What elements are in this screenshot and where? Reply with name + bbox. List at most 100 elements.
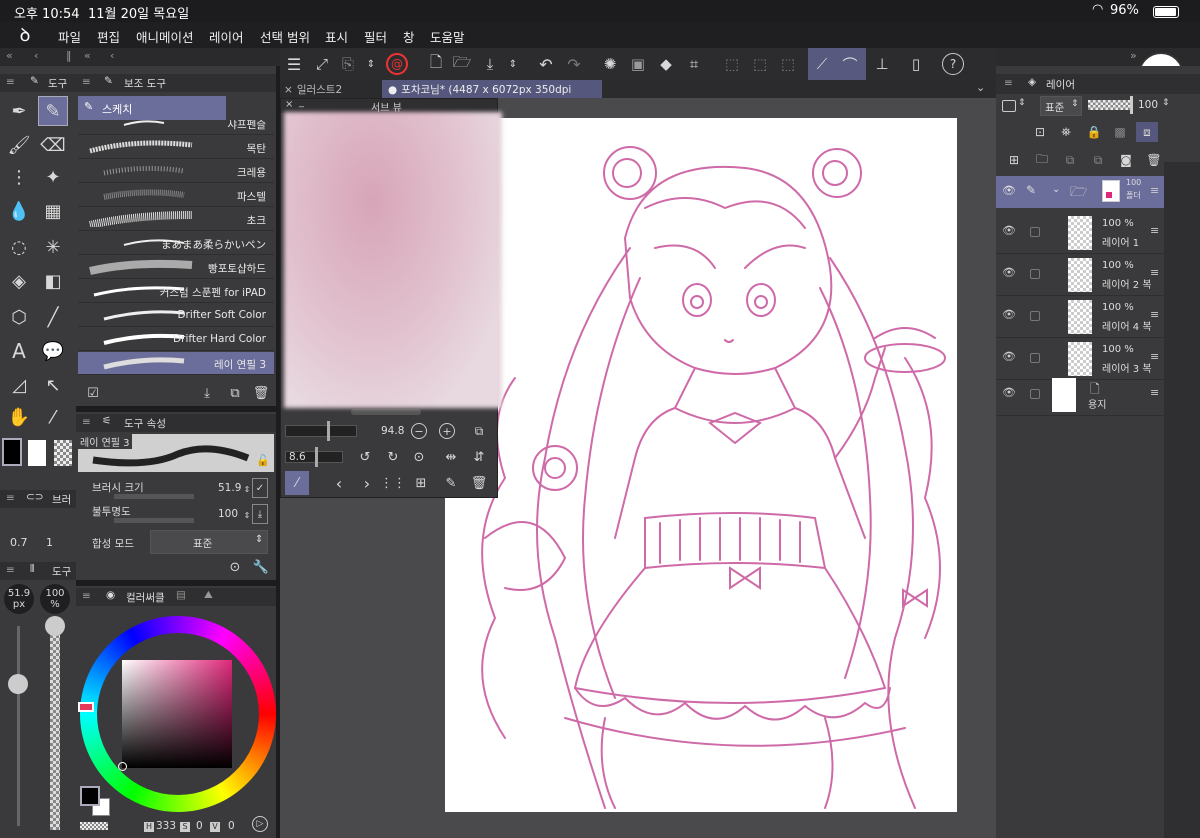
subtool-settings-icon[interactable]: ☑	[84, 384, 102, 402]
smartphone-icon[interactable]: ▯	[906, 54, 926, 74]
stepper-icon[interactable]: ⇕	[364, 52, 378, 76]
zoom-out-icon[interactable]: −	[411, 423, 427, 439]
color-slider-tab-icon[interactable]: ▤	[176, 589, 186, 601]
menu-layer[interactable]: 레이어	[209, 27, 244, 46]
brush-item[interactable]: 샤프펜슬	[78, 120, 274, 135]
text-tool-icon[interactable]: A	[6, 338, 32, 364]
deselect-icon[interactable]: ⬚	[722, 54, 742, 74]
reset-icon[interactable]: ⊙	[226, 558, 244, 576]
snap-grid-icon[interactable]: ⊥	[872, 54, 892, 74]
layer-menu-icon[interactable]: ≡	[1150, 266, 1159, 279]
panel-menu-icon-6[interactable]: ≡	[82, 590, 91, 602]
layer-opacity-thumb[interactable]	[1130, 96, 1133, 114]
layer-select-checkbox[interactable]	[1030, 227, 1040, 237]
panel-menu-icon[interactable]: ≡	[6, 76, 15, 88]
play-icon[interactable]: ▷	[252, 816, 268, 832]
layer-select-checkbox[interactable]	[1030, 389, 1040, 399]
brush-item[interactable]: Drifter Soft Color	[78, 304, 274, 327]
brush-item[interactable]: まあまあ柔らかいペン	[78, 232, 274, 255]
transform-icon[interactable]: ⌗	[684, 54, 704, 74]
lock-icon[interactable]: 🔓	[256, 454, 270, 467]
panel-menu-icon-5[interactable]: ≡	[82, 416, 91, 428]
saturation-value-square[interactable]	[122, 660, 232, 768]
fit-view-icon[interactable]: ⧉	[471, 423, 487, 439]
snap-special-ruler-icon[interactable]: ⌒	[840, 54, 860, 74]
magic-wand-tool-icon[interactable]: ✳	[40, 234, 66, 260]
fit-screen-icon[interactable]: ⤢	[312, 54, 332, 74]
open-folder-icon[interactable]: 🗁	[452, 53, 472, 74]
chevron-left-icon[interactable]: ‹	[34, 49, 38, 62]
brush-size-preset-1[interactable]: 0.7	[10, 536, 28, 549]
stepper-icon-2[interactable]: ⇕	[506, 52, 520, 76]
flip-horizontal-icon[interactable]: ⇹	[443, 449, 459, 465]
menu-help[interactable]: 도움말	[430, 27, 465, 46]
lock-transparency-icon[interactable]: ▩	[1112, 124, 1128, 140]
hue-picker-marker[interactable]	[78, 702, 94, 712]
transfer-down-icon[interactable]: ⧉	[1062, 152, 1078, 168]
brush-item[interactable]: 초크	[78, 208, 274, 231]
tab-pochacco[interactable]: ●포차코님* (4487 x 6072px 350dpi 22.7%)	[382, 80, 602, 109]
move-layer-tool-icon[interactable]: ⬡	[6, 304, 32, 330]
brush-tool-icon[interactable]: 🖌	[6, 132, 32, 158]
subview-scrollbar[interactable]	[351, 409, 421, 415]
eyedropper-tool-icon[interactable]: ⁄	[40, 404, 66, 430]
menu-edit[interactable]: 편집	[97, 27, 120, 46]
lock-icon[interactable]: 🔒	[1086, 124, 1102, 140]
clip-layer-icon[interactable]: ⊡	[1032, 124, 1048, 140]
minimize-icon[interactable]: _	[299, 97, 304, 108]
opacity-slider-thumb[interactable]	[45, 616, 65, 636]
panel-menu-icon-4[interactable]: ≡	[82, 76, 91, 88]
transparent-swatch[interactable]	[54, 440, 72, 466]
edit-image-icon[interactable]: ✎	[443, 475, 459, 491]
sv-picker-marker[interactable]	[118, 762, 127, 771]
new-raster-layer-icon[interactable]: ⊞	[1006, 152, 1022, 168]
panel-menu-icon-2[interactable]: ≡	[6, 492, 15, 504]
eraser-tool-icon[interactable]: ⌫	[40, 132, 66, 158]
airbrush-tool-icon[interactable]: ⋮	[6, 164, 32, 190]
grid-tool-icon[interactable]: ▦	[40, 198, 66, 224]
menu-filter[interactable]: 필터	[364, 27, 387, 46]
rotate-right-icon[interactable]: ↻	[385, 449, 401, 465]
undo-icon[interactable]: ↶	[536, 54, 556, 74]
color-set-tab-icon[interactable]: ⛰	[204, 589, 213, 602]
frame-tool-icon[interactable]: ◿	[6, 372, 32, 398]
close-icon[interactable]: ×	[285, 99, 293, 110]
size-vertical-slider[interactable]	[17, 626, 20, 826]
decoration-tool-icon[interactable]: ✦	[40, 164, 66, 190]
delete-image-icon[interactable]: 🗑	[471, 475, 488, 491]
eye-icon[interactable]: 👁	[1002, 224, 1016, 237]
save-icon[interactable]: ⤓	[480, 54, 500, 74]
eye-icon[interactable]: 👁	[1002, 266, 1016, 279]
subview-reference-image[interactable]	[284, 112, 502, 408]
eye-icon[interactable]: 👁	[1002, 386, 1016, 399]
layer-select-checkbox[interactable]	[1030, 269, 1040, 279]
zoom-slider-thumb[interactable]	[327, 421, 330, 441]
wrench-icon[interactable]: 🔧	[252, 558, 270, 576]
chevron-left-icon-2[interactable]: ‹	[110, 49, 114, 62]
layer-opacity-bar[interactable]	[1088, 100, 1130, 110]
layer-row-paper[interactable]: 👁 🗋 용지 ≡	[996, 374, 1164, 416]
sub-color-swatch[interactable]	[28, 440, 46, 466]
brush-item[interactable]: 크레용	[78, 160, 274, 183]
duplicate-subtool-icon[interactable]: ⧉	[226, 384, 244, 402]
tab-illust2[interactable]: × 일러스트2	[284, 80, 378, 98]
fill-tool-icon[interactable]: ◈	[6, 268, 32, 294]
previous-image-icon[interactable]: ‹	[331, 474, 347, 493]
opacity-stepper[interactable]: ⇕	[242, 508, 252, 522]
hand-tool-icon[interactable]: ✋	[6, 404, 32, 430]
menu-window[interactable]: 창	[403, 27, 415, 46]
panel-menu-icon-3[interactable]: ≡	[6, 564, 15, 576]
eye-icon[interactable]: 👁	[1002, 184, 1016, 197]
reference-layer-icon[interactable]: ⛯	[1058, 124, 1074, 140]
brush-item[interactable]: 커스텀 스푼펜 for iPAD	[78, 280, 274, 303]
gradient-tool-icon[interactable]: ◧	[40, 268, 66, 294]
transparent-chip[interactable]	[80, 822, 108, 830]
pencil-tool-icon[interactable]: ✎	[38, 96, 68, 126]
brush-size-bar[interactable]	[114, 494, 194, 499]
image-list-icon[interactable]: ⋮⋮	[380, 475, 406, 491]
size-slider-thumb[interactable]	[8, 674, 28, 694]
lasso-tool-icon[interactable]: ◌	[6, 234, 32, 260]
rotate-left-icon[interactable]: ↺	[357, 449, 373, 465]
subtool-group-tab[interactable]: ✎ 스케치	[78, 96, 226, 120]
layer-row-folder[interactable]: 👁 ✎ ⌄ 🗁 100 폴더 ≡	[996, 176, 1164, 208]
